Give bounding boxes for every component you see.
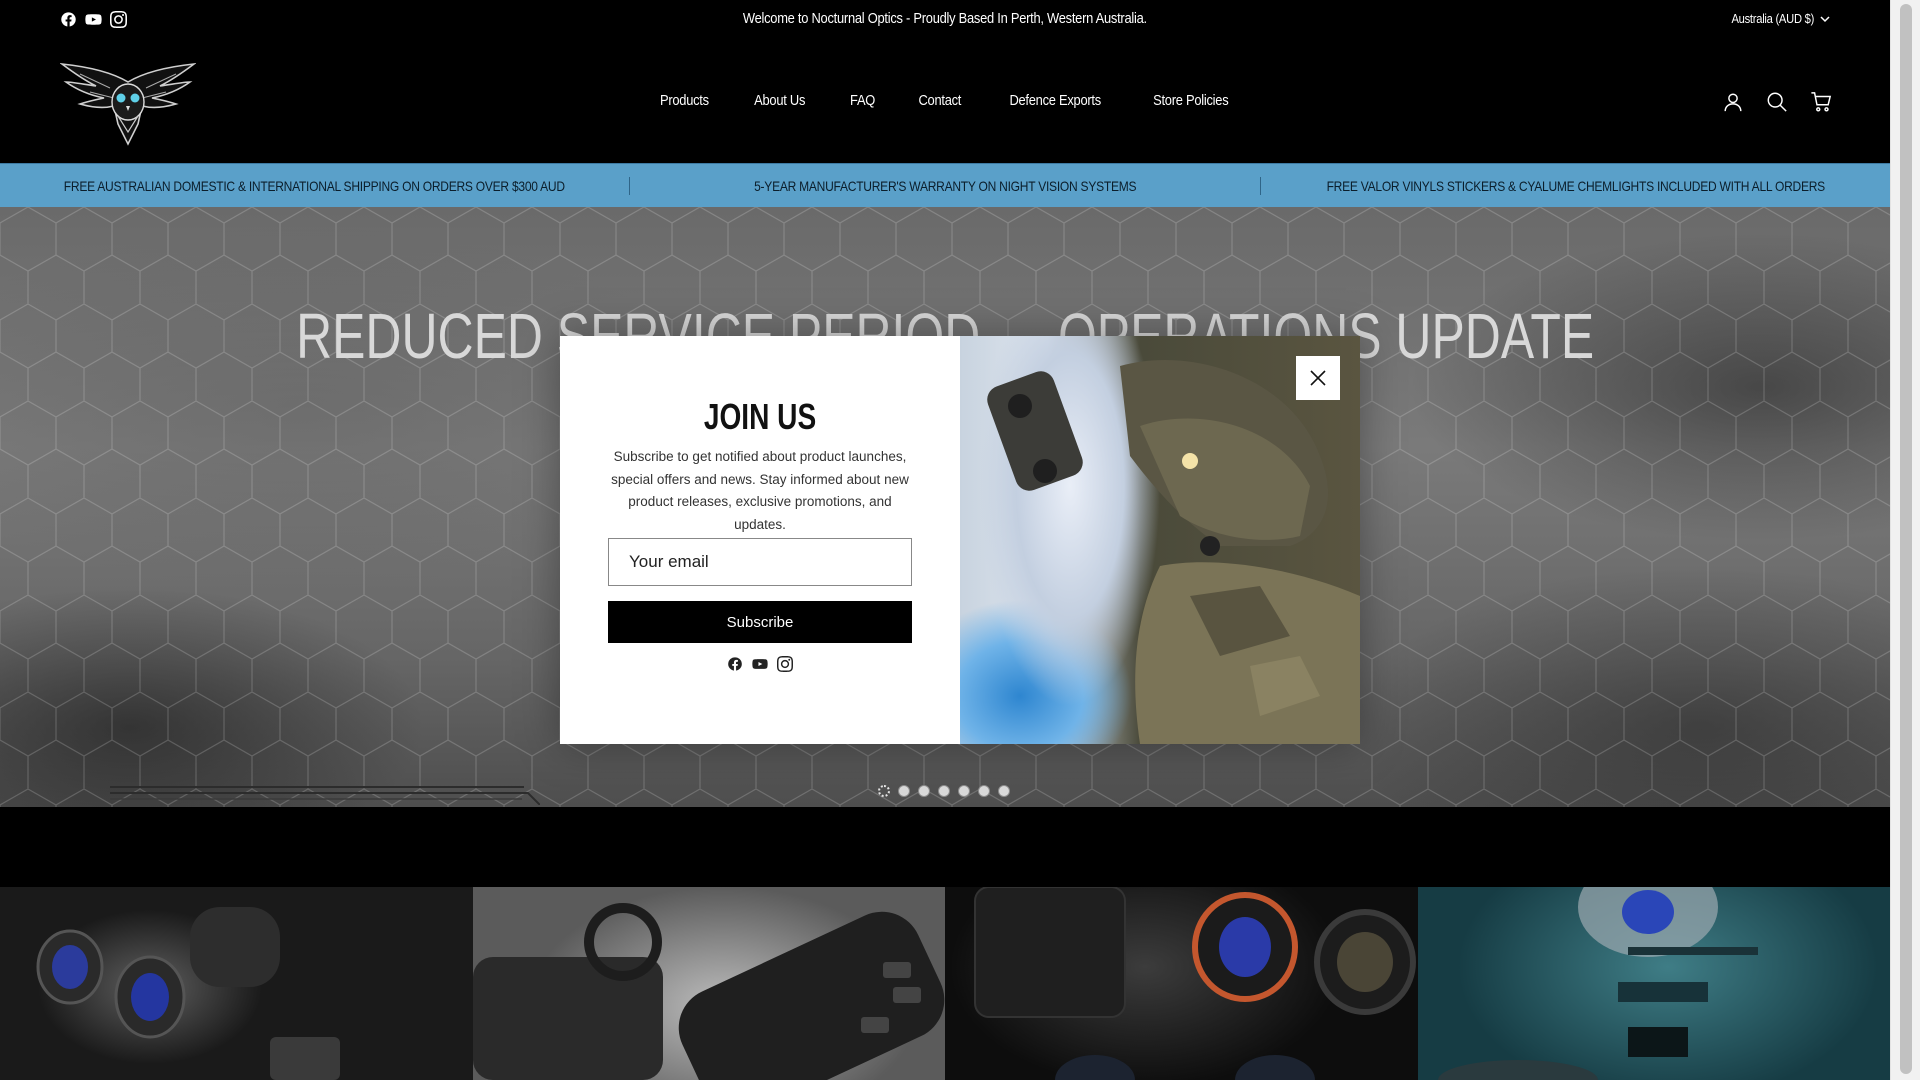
slide-dot-7[interactable] xyxy=(998,785,1010,797)
collection-tile-optics-testing[interactable] xyxy=(1417,887,1890,1080)
binocular-image xyxy=(36,907,340,1080)
thermal-scope-image xyxy=(472,903,944,1080)
facebook-icon[interactable] xyxy=(727,656,743,672)
collection-tile-thermal[interactable] xyxy=(472,887,945,1080)
accessories-image xyxy=(974,887,1416,1080)
collection-tile-night-vision[interactable] xyxy=(0,887,473,1080)
youtube-icon[interactable] xyxy=(752,656,768,672)
email-input[interactable] xyxy=(608,538,912,586)
top-bar: Welcome to Nocturnal Optics - Proudly Ba… xyxy=(0,0,1890,42)
search-icon[interactable] xyxy=(1766,91,1788,113)
test-chart-image xyxy=(1437,887,1758,1080)
popup-content: JOIN US Subscribe to get notified about … xyxy=(560,336,960,744)
nav-contact[interactable]: Contact xyxy=(915,92,965,109)
popup-description: Subscribe to get notified about product … xyxy=(611,449,909,532)
slide-dot-6[interactable] xyxy=(978,785,990,797)
popup-social-links xyxy=(560,656,960,672)
header-actions xyxy=(1722,91,1832,113)
decorative-lines xyxy=(110,786,540,805)
nav-store-policies[interactable]: Store Policies xyxy=(1147,92,1235,109)
announcement-bar: FREE AUSTRALIAN DOMESTIC & INTERNATIONAL… xyxy=(0,163,1890,207)
collection-tile-accessories[interactable] xyxy=(945,887,1418,1080)
slide-dot-1[interactable] xyxy=(878,785,890,797)
nav-defence-exports[interactable]: Defence Exports xyxy=(1002,92,1108,109)
slide-dot-4[interactable] xyxy=(938,785,950,797)
close-popup-button[interactable] xyxy=(1296,356,1340,400)
nav-products[interactable]: Products xyxy=(656,92,713,109)
welcome-message: Welcome to Nocturnal Optics - Proudly Ba… xyxy=(743,10,1147,27)
collection-tiles xyxy=(0,887,1890,1080)
announcement-shipping: FREE AUSTRALIAN DOMESTIC & INTERNATIONAL… xyxy=(64,177,566,194)
nav-faq[interactable]: FAQ xyxy=(848,92,877,109)
popup-title: JOIN US xyxy=(703,396,817,437)
subscribe-button[interactable]: Subscribe xyxy=(608,601,912,643)
slide-dot-5[interactable] xyxy=(958,785,970,797)
currency-selector[interactable]: Australia (AUD $) xyxy=(1718,11,1830,26)
chevron-down-icon xyxy=(1820,15,1830,22)
newsletter-popup: JOIN US Subscribe to get notified about … xyxy=(560,336,1360,744)
slide-indicators xyxy=(878,785,1010,797)
close-icon xyxy=(1310,370,1326,386)
account-icon[interactable] xyxy=(1722,91,1744,113)
main-navigation: Products About Us FAQ Contact Defence Ex… xyxy=(0,92,1890,109)
slide-dot-3[interactable] xyxy=(918,785,930,797)
announcement-warranty: 5-YEAR MANUFACTURER'S WARRANTY ON NIGHT … xyxy=(753,177,1137,194)
scrollbar-thumb[interactable] xyxy=(1900,4,1912,1074)
cart-icon[interactable] xyxy=(1810,91,1832,113)
instagram-icon[interactable] xyxy=(777,656,793,672)
page: Welcome to Nocturnal Optics - Proudly Ba… xyxy=(0,0,1890,1080)
nav-about-us[interactable]: About Us xyxy=(750,92,809,109)
popup-image-soldier xyxy=(960,336,1360,744)
slide-dot-2[interactable] xyxy=(898,785,910,797)
announcement-freebies: FREE VALOR VINYLS STICKERS & CYALUME CHE… xyxy=(1326,177,1825,194)
scrollbar[interactable] xyxy=(1890,0,1920,1080)
